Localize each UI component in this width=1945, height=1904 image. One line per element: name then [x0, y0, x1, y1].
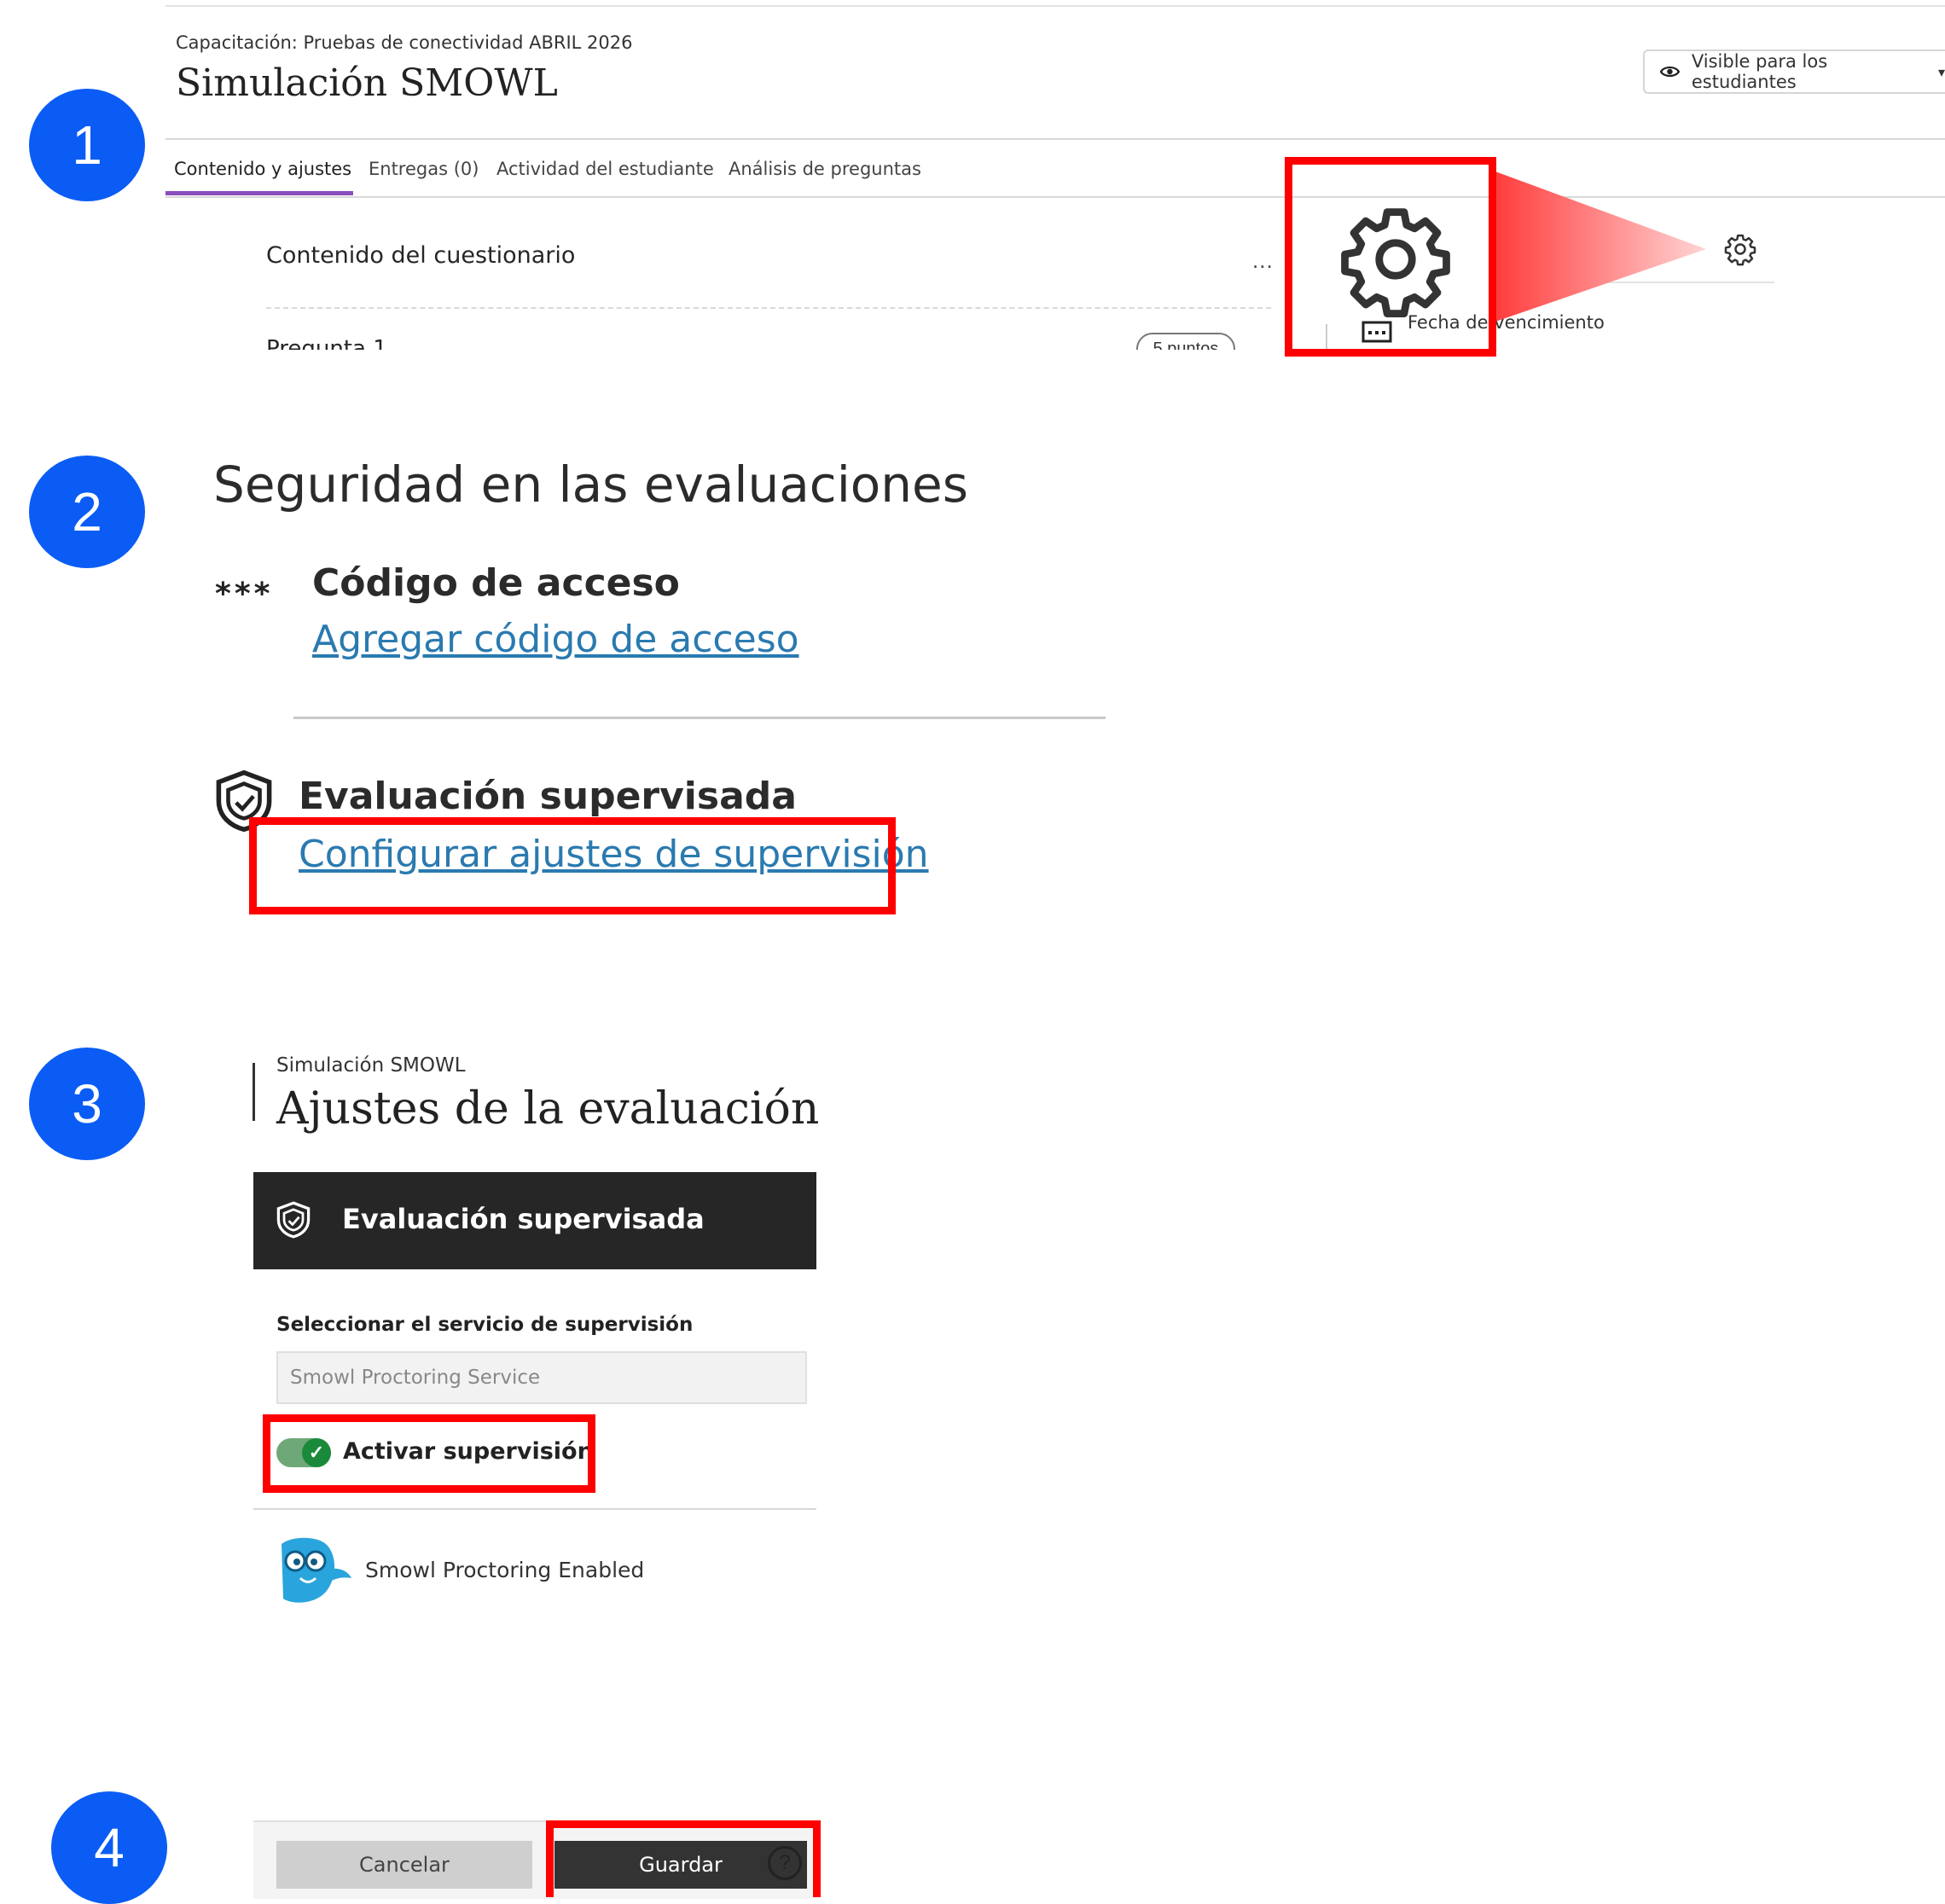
more-options-button[interactable]: ... — [1252, 247, 1274, 274]
section-bar-label: Evaluación supervisada — [342, 1203, 705, 1235]
content-divider — [266, 307, 1271, 309]
pointer-arrow — [1493, 171, 1706, 322]
step-1-badge: 1 — [29, 89, 145, 201]
service-select[interactable]: Smowl Proctoring Service — [276, 1351, 807, 1404]
points-badge[interactable]: 5 puntos — [1136, 333, 1235, 350]
shield-icon — [276, 1201, 311, 1239]
visibility-dropdown[interactable]: Visible para los estudiantes ▾ — [1643, 49, 1945, 94]
step-4-badge: 4 — [51, 1791, 167, 1904]
active-tab-indicator — [165, 191, 353, 195]
step-3-badge: 3 — [29, 1048, 145, 1160]
tab-entregas[interactable]: Entregas (0) — [369, 159, 479, 179]
service-label: Seleccionar el servicio de supervisión — [276, 1314, 694, 1336]
access-code-icon: *** — [215, 577, 274, 612]
smowl-enabled-text: Smowl Proctoring Enabled — [365, 1558, 645, 1582]
quiz-content-heading: Contenido del cuestionario — [266, 242, 576, 269]
eye-icon — [1660, 66, 1680, 78]
access-code-title: Código de acceso — [312, 561, 680, 605]
supervised-title: Evaluación supervisada — [299, 775, 797, 818]
breadcrumb[interactable]: Capacitación: Pruebas de conectividad AB… — [176, 32, 632, 53]
chevron-down-icon: ▾ — [1937, 63, 1945, 80]
add-access-code-link[interactable]: Agregar código de acceso — [312, 618, 799, 661]
section-divider — [293, 717, 1106, 719]
cancel-button[interactable]: Cancelar — [276, 1841, 532, 1889]
owl-logo-icon — [282, 1537, 351, 1603]
question-row: Pregunta 1 5 puntos — [165, 311, 1309, 350]
tab-analisis-preguntas[interactable]: Análisis de preguntas — [729, 159, 921, 179]
header-divider — [165, 138, 1945, 140]
step-2-badge: 2 — [29, 456, 145, 568]
highlight-configure-link — [249, 817, 896, 914]
settings-divider — [253, 1508, 816, 1510]
tab-contenido-y-ajustes[interactable]: Contenido y ajustes — [174, 159, 351, 179]
supervised-section-header: Evaluación supervisada — [253, 1172, 816, 1269]
question-label[interactable]: Pregunta 1 — [266, 336, 387, 350]
settings-gear-icon[interactable] — [1723, 232, 1757, 266]
settings-title: Ajustes de la evaluación — [276, 1083, 820, 1135]
visibility-label: Visible para los estudiantes — [1691, 51, 1828, 92]
security-title: Seguridad en las evaluaciones — [213, 456, 968, 514]
tab-actividad-estudiante[interactable]: Actividad del estudiante — [496, 159, 714, 179]
settings-breadcrumb[interactable]: Simulación SMOWL — [276, 1054, 466, 1077]
highlight-toggle — [263, 1414, 595, 1493]
title-accent-line — [253, 1063, 255, 1121]
top-divider — [165, 5, 1945, 7]
page-title: Simulación SMOWL — [176, 61, 558, 105]
highlight-gear — [1285, 157, 1496, 357]
highlight-save-button — [546, 1820, 821, 1897]
